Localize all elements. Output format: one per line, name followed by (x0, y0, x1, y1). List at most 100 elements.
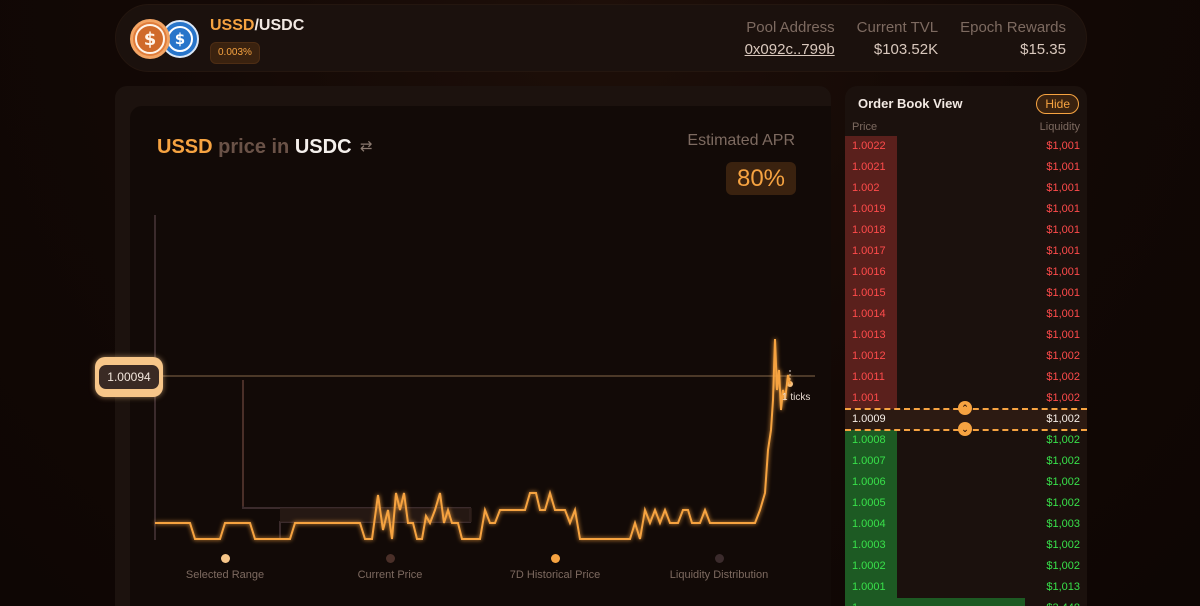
stat-label: Current TVL (856, 19, 939, 36)
row-liquidity: $1,002 (1046, 476, 1080, 488)
stat-epoch-rewards: Epoch Rewards $15.35 (960, 19, 1066, 59)
row-price: 1.0005 (852, 497, 886, 509)
legend-label: Current Price (357, 569, 423, 581)
row-liquidity: $1,001 (1046, 245, 1080, 257)
legend-label: Selected Range (185, 569, 265, 581)
stat-label: Epoch Rewards (960, 19, 1066, 36)
legend-historical-price: 7D Historical Price (480, 554, 630, 581)
token-pair-icons: $ $ (130, 19, 214, 61)
row-liquidity: $1,001 (1046, 203, 1080, 215)
pool-header: $ $ USSD/USDC 0.003% Pool Address 0x092c… (115, 4, 1087, 72)
row-liquidity: $1,001 (1046, 140, 1080, 152)
row-price: 1.0019 (852, 203, 886, 215)
stat-value: $15.35 (1020, 41, 1066, 58)
order-book-row[interactable]: 1.0019 $1,001 (845, 199, 1087, 220)
order-book-row[interactable]: 1.0004 $1,003 (845, 514, 1087, 535)
row-price: 1.0017 (852, 245, 886, 257)
order-book-row[interactable]: 1.0001 $1,013 (845, 577, 1087, 598)
legend-label: Liquidity Distribution (669, 569, 769, 581)
row-price: 1.0016 (852, 266, 886, 278)
row-price: 1.0002 (852, 560, 886, 572)
order-book-rows: 1.0022 $1,001 1.0021 $1,001 1.002 $1,001 1.001… (845, 136, 1087, 606)
order-book-row[interactable]: 1.0016 $1,001 (845, 262, 1087, 283)
title-quote: USDC (294, 136, 352, 158)
legend-dot (550, 554, 560, 563)
row-price: 1.0015 (852, 287, 886, 299)
row-price: 1.0018 (852, 224, 886, 236)
legend-selected-range: Selected Range (150, 554, 300, 581)
row-price: 1.0007 (852, 455, 886, 467)
order-book-row[interactable]: 1.0003 $1,002 (845, 535, 1087, 556)
row-price: 1.0011 (852, 371, 885, 383)
order-book-title: Order Book View (858, 96, 963, 111)
order-book-row[interactable]: 1.0021 $1,001 (845, 157, 1087, 178)
row-liquidity: $1,002 (1046, 371, 1080, 383)
row-price: 1.0013 (852, 329, 886, 341)
liquidity-bar (845, 598, 1025, 606)
row-liquidity: $1,002 (1046, 350, 1080, 362)
chevron-down-icon[interactable]: ⌄ (958, 422, 972, 436)
row-price: 1.0022 (852, 140, 886, 152)
legend-current-price: Current Price (315, 554, 465, 581)
row-liquidity: $1,001 (1046, 161, 1080, 173)
row-liquidity: $1,002 (1046, 434, 1080, 446)
stat-value: $103.52K (873, 41, 939, 58)
row-price: 1.0001 (852, 581, 886, 593)
legend-dot (220, 554, 230, 563)
hide-order-book-button[interactable]: Hide (1036, 94, 1079, 114)
row-liquidity: $1,003 (1046, 518, 1080, 530)
order-book-row[interactable]: 1.0022 $1,001 (845, 136, 1087, 157)
order-book-row[interactable]: 1.0015 $1,001 (845, 283, 1087, 304)
pool-address-link[interactable]: 0x092c..799b (745, 41, 835, 59)
chevron-up-icon[interactable]: ⌃ (958, 401, 972, 415)
row-liquidity: $1,002 (1046, 497, 1080, 509)
row-price: 1.0003 (852, 539, 886, 551)
stat-label: Pool Address (746, 19, 835, 36)
order-book-row[interactable]: 1.0018 $1,001 (845, 220, 1087, 241)
row-price: 1.0004 (852, 518, 886, 530)
apr-value: 80% (726, 162, 796, 195)
order-book-row[interactable]: 1.0011 $1,002 (845, 367, 1087, 388)
row-liquidity: $1,001 (1046, 329, 1080, 341)
ticks-label: 1 ticks (782, 392, 811, 403)
order-book-row[interactable]: 1.0017 $1,001 (845, 241, 1087, 262)
row-price: 1 (852, 598, 858, 606)
stat-current-tvl: Current TVL $103.52K (857, 19, 938, 59)
col-liquidity: Liquidity (1039, 121, 1080, 133)
row-price: 1.0009 (852, 413, 886, 425)
row-liquidity: $1,002 (1046, 539, 1080, 551)
row-price: 1.001 (852, 392, 880, 404)
row-liquidity: $1,001 (1046, 224, 1080, 236)
order-book-row[interactable]: 1.0013 $1,001 (845, 325, 1087, 346)
row-price: 1.0008 (852, 434, 886, 446)
chart-title: USSD price in USDC (157, 136, 352, 159)
row-liquidity: $1,001 (1046, 182, 1080, 194)
ussd-token-icon: $ (130, 19, 170, 59)
row-liquidity: $1,001 (1046, 287, 1080, 299)
legend-liquidity-distribution: Liquidity Distribution (644, 554, 794, 581)
selected-range-handle[interactable]: 1.00094 (95, 357, 163, 397)
order-book-row[interactable]: 1.0006 $1,002 (845, 472, 1087, 493)
row-price: 1.0012 (852, 350, 886, 362)
pair-base: USSD (210, 17, 255, 34)
order-book-row[interactable]: 1.0005 $1,002 (845, 493, 1087, 514)
row-liquidity: $3,448 (1046, 598, 1080, 606)
pool-stats: Pool Address 0x092c..799b Current TVL $1… (745, 19, 1066, 59)
stat-pool-address: Pool Address 0x092c..799b (745, 19, 835, 59)
order-book-row[interactable]: 1.002 $1,001 (845, 178, 1087, 199)
order-book-row[interactable]: 1.0014 $1,001 (845, 304, 1087, 325)
fee-badge: 0.003% (210, 42, 260, 64)
order-book-row[interactable]: 1.0012 $1,002 (845, 346, 1087, 367)
swap-direction-icon[interactable]: ⇄ (360, 137, 376, 155)
order-book-row[interactable]: 1.0007 $1,002 (845, 451, 1087, 472)
chart-legend: Selected Range Current Price 7D Historic… (150, 554, 830, 594)
row-liquidity: $1,013 (1046, 581, 1080, 593)
apr-label: Estimated APR (687, 132, 795, 149)
pair-quote: USDC (258, 17, 305, 34)
row-price: 1.0014 (852, 308, 886, 320)
title-base: USSD (157, 136, 213, 158)
row-price: 1.0021 (852, 161, 886, 173)
row-price: 1.002 (852, 182, 880, 194)
order-book-row[interactable]: 1 $3,448 (845, 598, 1087, 606)
order-book-row[interactable]: 1.0002 $1,002 (845, 556, 1087, 577)
